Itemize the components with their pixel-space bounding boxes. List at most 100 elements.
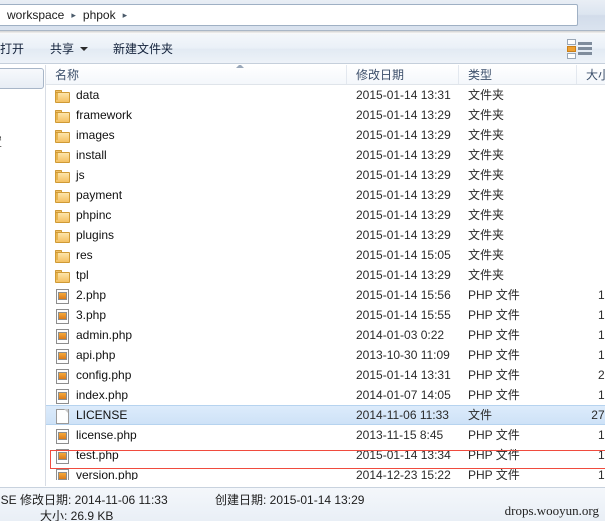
file-name-label: install xyxy=(76,148,107,162)
table-row[interactable]: 3.php 2015-01-14 15:55 PHP 文件 1 KB xyxy=(46,305,605,325)
watermark: drops.wooyun.org xyxy=(504,503,599,518)
details-size: 大小: 26.9 KB xyxy=(40,509,114,521)
column-header-size[interactable]: 大小 xyxy=(576,65,605,84)
breadcrumb-separator-icon: ▸ xyxy=(71,9,76,20)
cell-name: plugins xyxy=(46,228,346,243)
php-file-icon xyxy=(55,308,69,324)
list-view-icon[interactable] xyxy=(563,38,595,59)
cell-type: PHP 文件 xyxy=(468,428,520,442)
php-file-icon xyxy=(55,428,69,444)
file-name-label: license.php xyxy=(76,428,137,442)
file-name-label: index.php xyxy=(76,388,129,402)
table-row[interactable]: 2.php 2015-01-14 15:56 PHP 文件 1 KB xyxy=(46,285,605,305)
cell-type: 文件夹 xyxy=(468,268,505,282)
file-name-label: payment xyxy=(76,188,123,202)
cell-modified-date: 2015-01-14 13:29 xyxy=(356,148,451,162)
column-header-date-label: 修改日期 xyxy=(356,68,405,82)
table-row[interactable]: data 2015-01-14 13:31 文件夹 xyxy=(46,85,605,105)
cell-modified-date: 2015-01-14 13:29 xyxy=(356,108,451,122)
breadcrumb-item-workspace[interactable]: workspace xyxy=(5,8,66,22)
table-row[interactable]: api.php 2013-10-30 11:09 PHP 文件 1 KB xyxy=(46,345,605,365)
cell-name: tpl xyxy=(46,268,346,283)
nav-item-recent-places[interactable]: 的位置 xyxy=(0,133,2,150)
table-row[interactable]: index.php 2014-01-07 14:05 PHP 文件 1 KB xyxy=(46,385,605,405)
cell-name: 3.php xyxy=(46,308,346,324)
cell-modified-date: 2015-01-14 15:05 xyxy=(356,248,451,262)
cell-name: install xyxy=(46,148,346,163)
table-row[interactable]: config.php 2015-01-14 13:31 PHP 文件 2 KB xyxy=(46,365,605,385)
new-folder-button[interactable]: 新建文件夹 xyxy=(105,34,181,63)
cell-type: 文件夹 xyxy=(468,228,505,242)
breadcrumb-separator-icon-2[interactable]: ▸ xyxy=(123,10,128,20)
table-row[interactable]: framework 2015-01-14 13:29 文件夹 xyxy=(46,105,605,125)
table-row[interactable]: tpl 2015-01-14 13:29 文件夹 xyxy=(46,265,605,285)
cell-type: 文件夹 xyxy=(468,168,505,182)
cell-modified-date: 2015-01-14 15:56 xyxy=(356,288,451,302)
cell-size: 27 KB xyxy=(591,408,605,422)
php-file-icon xyxy=(55,388,69,404)
cell-type: PHP 文件 xyxy=(468,308,520,322)
file-name-label: test.php xyxy=(76,448,119,462)
breadcrumb-item-phpok[interactable]: phpok xyxy=(81,8,118,22)
cell-name: 2.php xyxy=(46,288,346,304)
file-rows: data 2015-01-14 13:31 文件夹 framework 2015-01-… xyxy=(46,85,605,485)
cell-type: PHP 文件 xyxy=(468,348,520,362)
php-file-icon xyxy=(55,348,69,364)
table-row[interactable]: license.php 2013-11-15 8:45 PHP 文件 1 KB xyxy=(46,425,605,445)
cell-size: 1 KB xyxy=(597,448,605,462)
cell-size: 1 KB xyxy=(597,288,605,302)
table-row[interactable]: js 2015-01-14 13:29 文件夹 xyxy=(46,165,605,185)
cell-type: 文件夹 xyxy=(468,108,505,122)
list-bottom-spacer xyxy=(46,480,605,486)
cell-type: PHP 文件 xyxy=(468,388,520,402)
file-name-label: res xyxy=(76,248,93,262)
table-row[interactable]: payment 2015-01-14 13:29 文件夹 xyxy=(46,185,605,205)
breadcrumb[interactable]: workspace ▸ phpok ▸ xyxy=(0,4,578,26)
cell-type: PHP 文件 xyxy=(468,368,520,382)
php-file-icon xyxy=(55,448,69,464)
table-row[interactable]: phpinc 2015-01-14 13:29 文件夹 xyxy=(46,205,605,225)
view-icon-lines xyxy=(577,42,592,55)
table-row[interactable]: images 2015-01-14 13:29 文件夹 xyxy=(46,125,605,145)
table-row[interactable]: test.php 2015-01-14 13:34 PHP 文件 1 KB xyxy=(46,445,605,465)
table-row[interactable]: res 2015-01-14 15:05 文件夹 xyxy=(46,245,605,265)
folder-icon xyxy=(55,209,70,223)
column-header-size-label: 大小 xyxy=(586,68,605,82)
share-button-label: 共享 xyxy=(50,42,75,56)
cell-name: data xyxy=(46,88,346,103)
cell-name: license.php xyxy=(46,428,346,444)
column-header-date[interactable]: 修改日期 xyxy=(346,65,458,84)
cell-name: phpinc xyxy=(46,208,346,223)
column-header-name[interactable]: 名称 xyxy=(46,65,346,84)
folder-icon xyxy=(55,89,70,103)
cell-size: 1 KB xyxy=(597,388,605,402)
column-header-type[interactable]: 类型 xyxy=(458,65,576,84)
cell-size: 1 KB xyxy=(597,328,605,342)
cell-modified-date: 2015-01-14 13:29 xyxy=(356,268,451,282)
share-button[interactable]: 共享 xyxy=(42,34,96,63)
table-row[interactable]: plugins 2015-01-14 13:29 文件夹 xyxy=(46,225,605,245)
table-row[interactable]: LICENSE 2014-11-06 11:33 文件 27 KB xyxy=(46,405,605,425)
cell-size: 1 KB xyxy=(597,428,605,442)
file-name-label: framework xyxy=(76,108,133,122)
folder-icon xyxy=(55,169,70,183)
folder-icon xyxy=(55,129,70,143)
search-input[interactable] xyxy=(0,68,44,89)
cell-modified-date: 2013-10-30 11:09 xyxy=(356,348,450,362)
table-row[interactable]: admin.php 2014-01-03 0:22 PHP 文件 1 KB xyxy=(46,325,605,345)
cell-name: res xyxy=(46,248,346,263)
open-button[interactable]: 打开 xyxy=(0,34,32,63)
file-name-label: tpl xyxy=(76,268,89,282)
cell-modified-date: 2015-01-14 13:34 xyxy=(356,448,451,462)
new-folder-button-label: 新建文件夹 xyxy=(113,42,174,56)
cell-name: LICENSE xyxy=(46,408,346,424)
cell-name: images xyxy=(46,128,346,143)
cell-name: payment xyxy=(46,188,346,203)
php-file-icon xyxy=(55,368,69,384)
file-name-label: images xyxy=(76,128,115,142)
explorer-window: workspace ▸ phpok ▸ 打开 共享 新建文件夹 的位置 (C:) xyxy=(0,0,605,521)
file-name-label: config.php xyxy=(76,368,132,382)
cell-type: PHP 文件 xyxy=(468,328,520,342)
file-list-pane: 名称 修改日期 类型 大小 data 2015-01-14 13:31 文件夹 fra… xyxy=(46,65,605,486)
table-row[interactable]: install 2015-01-14 13:29 文件夹 xyxy=(46,145,605,165)
